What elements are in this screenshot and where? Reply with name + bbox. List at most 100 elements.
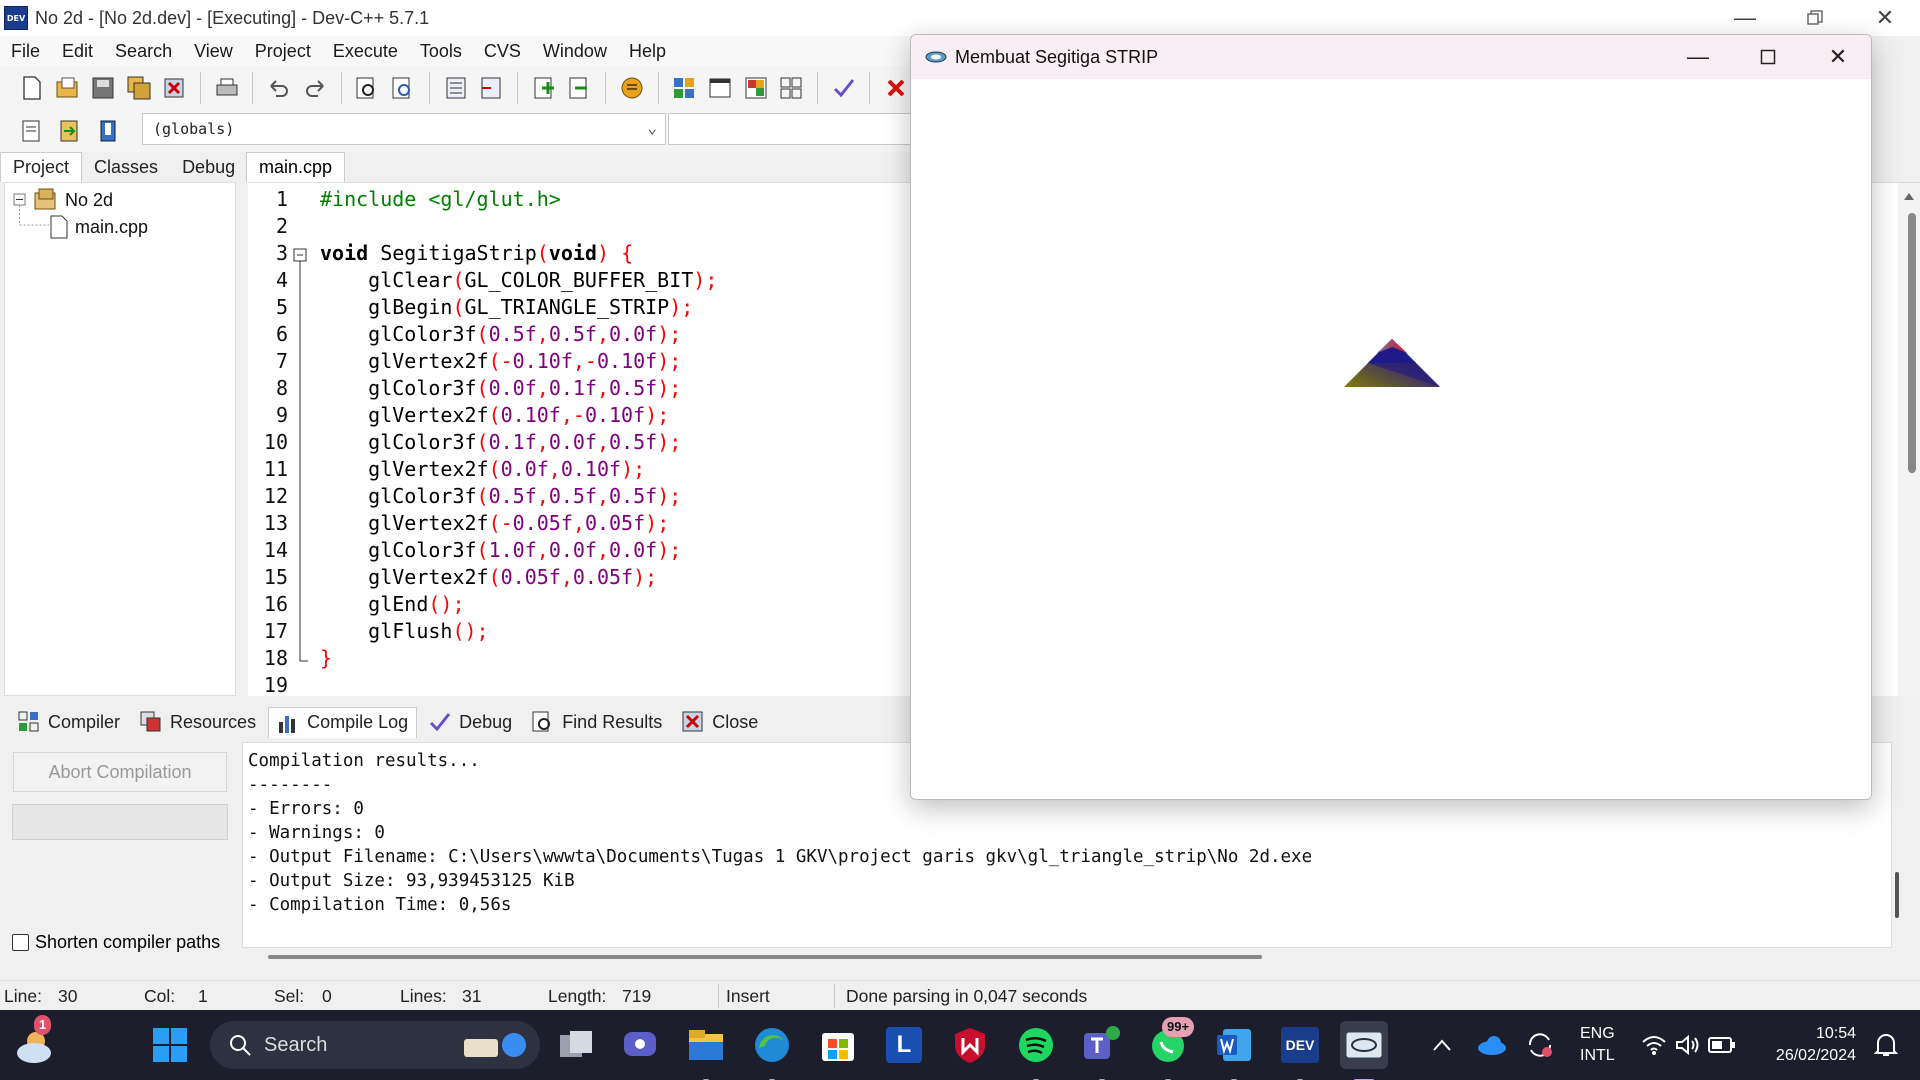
notifications-button[interactable] <box>1862 1021 1910 1069</box>
menu-tools[interactable]: Tools <box>409 41 473 62</box>
task-view-button[interactable] <box>552 1021 600 1069</box>
tab-compile-log[interactable]: Compile Log <box>268 706 418 738</box>
teams-button[interactable] <box>1078 1021 1126 1080</box>
open-file-button[interactable] <box>54 74 82 102</box>
tab-close[interactable]: Close <box>674 707 766 737</box>
tab-find-results[interactable]: Find Results <box>524 707 670 737</box>
debug-button[interactable] <box>830 74 858 102</box>
compile-run-button[interactable] <box>742 74 770 102</box>
gl-maximize-button[interactable] <box>1733 35 1803 79</box>
tab-main-cpp[interactable]: main.cpp <box>246 152 346 182</box>
compile-button[interactable] <box>671 74 699 102</box>
opengl-output-window[interactable]: Membuat Segitiga STRIP — ✕ <box>910 34 1872 800</box>
menu-project[interactable]: Project <box>244 41 322 62</box>
indent-button[interactable] <box>442 74 470 102</box>
rebuild-button[interactable] <box>777 74 805 102</box>
menu-file[interactable]: File <box>0 41 51 62</box>
minimize-button[interactable]: — <box>1710 0 1780 36</box>
word-button[interactable] <box>1210 1021 1258 1080</box>
battery-button[interactable] <box>1698 1021 1746 1069</box>
project-options-button[interactable] <box>618 74 646 102</box>
taskbar: 1 Search L 99+ DEV ENG INTL 10:54 26/02/… <box>0 1010 1920 1080</box>
menu-cvs[interactable]: CVS <box>473 41 532 62</box>
input-language-indicator[interactable]: ENG INTL <box>1580 1023 1615 1067</box>
class-browser-button[interactable] <box>18 117 46 145</box>
chevron-up-icon <box>1433 1039 1451 1051</box>
checkbox-box[interactable] <box>12 934 29 951</box>
start-button[interactable] <box>146 1021 194 1069</box>
meet-app-button[interactable] <box>616 1021 664 1069</box>
file-explorer-button[interactable] <box>682 1021 730 1080</box>
menu-help[interactable]: Help <box>618 41 677 62</box>
tab-label: Find Results <box>562 711 663 732</box>
sync-button[interactable] <box>1516 1021 1564 1069</box>
replace-button[interactable] <box>389 74 417 102</box>
tree-item-file[interactable]: main.cpp <box>49 215 148 239</box>
status-sel-label: Sel: <box>274 986 305 1006</box>
clock-time: 10:54 <box>1815 1025 1856 1042</box>
log-vertical-scroll-thumb[interactable] <box>1895 872 1899 918</box>
gl-minimize-button[interactable]: — <box>1663 35 1733 79</box>
close-window-button[interactable]: ✕ <box>1850 0 1920 36</box>
unindent-button[interactable] <box>477 74 505 102</box>
whatsapp-button[interactable]: 99+ <box>1144 1017 1195 1080</box>
mcafee-button[interactable] <box>946 1021 994 1069</box>
gl-close-button[interactable]: ✕ <box>1803 35 1871 79</box>
menu-edit[interactable]: Edit <box>51 41 104 62</box>
lbox-app-button[interactable]: L <box>880 1021 928 1069</box>
find-button[interactable] <box>354 74 382 102</box>
clock[interactable]: 10:54 26/02/2024 <box>1760 1023 1856 1067</box>
menu-window[interactable]: Window <box>532 41 618 62</box>
code-line: glColor3f(0.5f,0.5f,0.0f); <box>320 322 682 346</box>
scroll-up-arrow-icon[interactable] <box>1903 191 1915 201</box>
undo-button[interactable] <box>265 74 293 102</box>
bookmark-button[interactable] <box>94 117 122 145</box>
tab-debug-bottom[interactable]: Debug <box>421 707 520 737</box>
add-to-project-icon <box>534 77 554 99</box>
restore-button[interactable] <box>1780 0 1850 36</box>
log-line: - Compilation Time: 0,56s <box>248 895 512 915</box>
globals-dropdown[interactable]: (globals) ⌄ <box>142 113 666 145</box>
abort-compilation-button[interactable]: Abort Compilation <box>13 752 227 792</box>
run-button[interactable] <box>706 74 734 102</box>
shorten-paths-checkbox[interactable]: Shorten compiler paths <box>12 932 220 953</box>
stop-execution-button[interactable] <box>882 74 910 102</box>
tab-debug[interactable]: Debug <box>170 153 247 182</box>
menu-execute[interactable]: Execute <box>322 41 409 62</box>
gl-window-title-bar[interactable]: Membuat Segitiga STRIP — ✕ <box>911 35 1871 79</box>
close-file-button[interactable] <box>160 74 188 102</box>
menu-view[interactable]: View <box>183 41 244 62</box>
add-to-project-button[interactable] <box>530 74 558 102</box>
glut-taskbar-button[interactable] <box>1340 1021 1388 1080</box>
remove-from-project-button[interactable] <box>565 74 593 102</box>
line-number: 7 <box>275 349 288 373</box>
editor-vertical-scrollbar[interactable] <box>1898 183 1920 696</box>
save-all-button[interactable] <box>125 74 153 102</box>
save-button[interactable] <box>89 74 117 102</box>
show-hidden-icons-button[interactable] <box>1418 1021 1466 1069</box>
new-file-button[interactable] <box>18 74 46 102</box>
redo-button[interactable] <box>301 74 329 102</box>
log-horizontal-scroll-thumb[interactable] <box>268 955 1262 959</box>
editor-scroll-thumb[interactable] <box>1908 213 1916 473</box>
search-icon <box>230 1035 251 1056</box>
goto-declaration-button[interactable] <box>56 117 84 145</box>
code-line: glVertex2f(-0.05f,0.05f); <box>320 511 670 535</box>
store-button[interactable] <box>814 1021 862 1069</box>
function-dropdown[interactable] <box>668 113 918 145</box>
edge-browser-button[interactable] <box>748 1021 796 1080</box>
weather-widget[interactable]: 1 <box>10 1015 58 1069</box>
spotify-button[interactable] <box>1012 1021 1060 1080</box>
opengl-canvas[interactable] <box>911 79 1871 799</box>
tab-project[interactable]: Project <box>0 152 83 182</box>
status-bar: Line: 30 Col: 1 Sel: 0 Lines: 31 Length:… <box>0 980 1920 1010</box>
onedrive-button[interactable] <box>1468 1021 1516 1069</box>
tab-resources[interactable]: Resources <box>132 707 264 737</box>
devcpp-taskbar-button[interactable]: DEV <box>1276 1021 1324 1080</box>
tab-classes[interactable]: Classes <box>82 153 170 182</box>
tab-compiler[interactable]: Compiler <box>10 707 128 737</box>
menu-search[interactable]: Search <box>104 41 183 62</box>
taskbar-search-box[interactable]: Search <box>210 1021 540 1069</box>
status-divider <box>718 984 719 1008</box>
print-button[interactable] <box>213 74 241 102</box>
